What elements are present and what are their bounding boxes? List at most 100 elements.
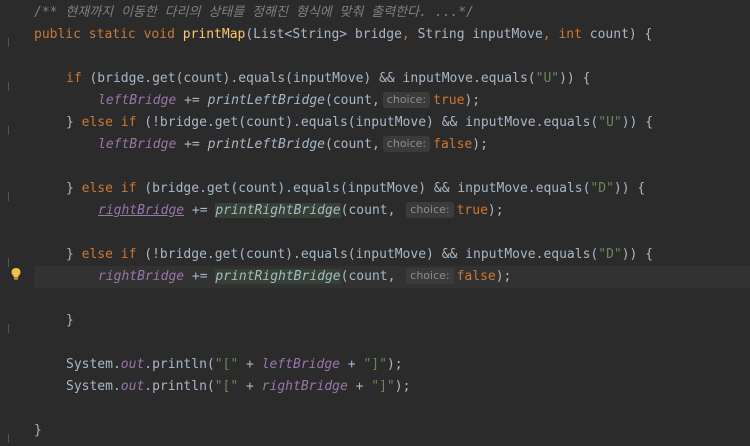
args-text: ); <box>472 137 488 152</box>
brace: } <box>34 423 42 438</box>
condition-text: (bridge.get(count).equals(inputMove) <box>136 181 434 196</box>
static-field: out <box>120 379 145 394</box>
separator: , <box>401 27 418 42</box>
args-text: (count, <box>325 93 380 108</box>
param-text: (List<String> bridge <box>245 27 402 42</box>
code-line-signature: public static void printMap(List<String>… <box>34 24 750 46</box>
method-name: printMap <box>182 27 246 42</box>
condition-text: inputMove.equals( <box>394 71 536 86</box>
code-line-print-left: System.out.println("[" + leftBridge + "]… <box>34 354 750 376</box>
keyword: else if <box>81 115 137 130</box>
brace: } <box>66 181 82 196</box>
method-call: .println( <box>144 357 215 372</box>
keyword: if <box>66 71 82 86</box>
code-line-assign: leftBridge += printLeftBridge(count, choi… <box>34 134 750 156</box>
operator: && <box>433 181 450 196</box>
code-line-assign: rightBridge += printRightBridge(count, c… <box>34 200 750 222</box>
string-literal: "U" <box>535 71 560 86</box>
keyword: void <box>143 27 175 42</box>
static-field: out <box>120 357 145 372</box>
operator: + <box>339 357 364 372</box>
param-text: count) { <box>581 27 653 42</box>
code-line-assign: leftBridge += printLeftBridge(count, choi… <box>34 90 750 112</box>
boolean-literal: false <box>433 137 473 152</box>
class-ref: System. <box>66 357 121 372</box>
fold-marker-icon[interactable] <box>8 324 12 333</box>
brace: } <box>66 115 82 130</box>
code-line-close-method: } <box>34 420 750 442</box>
args-text: ); <box>464 93 481 108</box>
code-line-close-if: } <box>34 310 750 332</box>
args-text: (count, <box>325 137 380 152</box>
condition-text: )) { <box>621 247 654 262</box>
operator: += <box>176 137 208 152</box>
operator: && <box>441 115 458 130</box>
condition-text: (!bridge.get(count).equals(inputMove) <box>136 247 442 262</box>
fold-marker-icon[interactable] <box>8 258 12 267</box>
condition-text: inputMove.equals( <box>457 115 599 130</box>
condition-text: )) { <box>613 181 646 196</box>
field-ref: leftBridge <box>261 357 340 372</box>
code-line-print-right: System.out.println("[" + rightBridge + "… <box>34 376 750 398</box>
code-line-elseif-not-u: } else if (!bridge.get(count).equals(inp… <box>34 112 750 134</box>
operator: += <box>176 93 208 108</box>
field-ref: leftBridge <box>98 93 177 108</box>
lightbulb-icon[interactable] <box>10 267 22 281</box>
string-literal: "U" <box>598 115 622 130</box>
operator: && <box>379 71 395 86</box>
keyword: static <box>88 27 136 42</box>
field-ref: rightBridge <box>98 269 185 284</box>
string-literal: "D" <box>598 247 622 262</box>
param-text: String inputMove <box>417 27 543 42</box>
boolean-literal: true <box>456 203 488 218</box>
string-literal: "D" <box>590 181 614 196</box>
string-literal: "]" <box>371 379 395 394</box>
code-line-comment: /** 현재까지 이동한 다리의 상태를 정해진 형식에 맞춰 출력한다. ..… <box>34 2 750 24</box>
condition-text: inputMove.equals( <box>449 181 591 196</box>
code-line-elseif-not-d: } else if (!bridge.get(count).equals(inp… <box>34 244 750 266</box>
fold-marker-icon[interactable] <box>8 126 12 135</box>
operator: && <box>441 247 458 262</box>
args-text: (count, <box>340 203 404 218</box>
editor-gutter <box>0 0 34 446</box>
parameter-hint: choice: <box>406 268 454 284</box>
brace: } <box>66 247 82 262</box>
operator: + <box>347 379 372 394</box>
string-literal: "[" <box>214 379 239 394</box>
code-line-if-u: if (bridge.get(count).equals(inputMove) … <box>34 68 750 90</box>
method-call: printRightBridge <box>215 269 341 284</box>
args-text: ); <box>386 357 403 372</box>
field-ref: leftBridge <box>98 137 177 152</box>
method-call: printLeftBridge <box>207 93 325 108</box>
doc-comment: /** 현재까지 이동한 다리의 상태를 정해진 형식에 맞춰 출력한다. ..… <box>34 5 474 20</box>
string-literal: "]" <box>363 357 387 372</box>
fold-marker-icon[interactable] <box>8 192 12 201</box>
field-ref: rightBridge <box>261 379 348 394</box>
condition-text: (!bridge.get(count).equals(inputMove) <box>136 115 442 130</box>
code-line-elseif-d: } else if (bridge.get(count).equals(inpu… <box>34 178 750 200</box>
fold-marker-icon[interactable] <box>8 82 12 91</box>
args-text: ); <box>487 203 504 218</box>
keyword: int <box>558 27 582 42</box>
operator: + <box>238 379 262 394</box>
boolean-literal: false <box>456 269 496 284</box>
condition-text: )) { <box>559 71 591 86</box>
operator: += <box>184 203 216 218</box>
class-ref: System. <box>66 379 121 394</box>
operator: + <box>238 357 262 372</box>
condition-text: )) { <box>621 115 654 130</box>
string-literal: "[" <box>214 357 239 372</box>
keyword: public <box>34 27 81 42</box>
code-line-assign-current: rightBridge += printRightBridge(count, c… <box>34 266 750 288</box>
condition-text: (bridge.get(count).equals(inputMove) <box>81 71 380 86</box>
field-ref[interactable]: rightBridge <box>98 203 184 218</box>
args-text: ); <box>495 269 512 284</box>
separator: , <box>542 27 559 42</box>
condition-text: inputMove.equals( <box>457 247 599 262</box>
boolean-literal: true <box>433 93 465 108</box>
fold-marker-icon[interactable] <box>8 434 12 443</box>
code-editor[interactable]: /** 현재까지 이동한 다리의 상태를 정해진 형식에 맞춰 출력한다. ..… <box>34 0 750 446</box>
fold-marker-icon[interactable] <box>8 38 12 47</box>
parameter-hint: choice: <box>382 92 431 108</box>
parameter-hint: choice: <box>406 202 454 218</box>
